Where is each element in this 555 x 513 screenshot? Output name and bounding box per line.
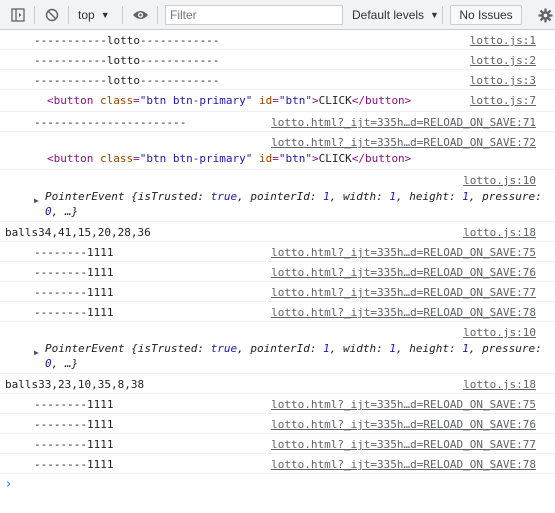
toolbar-divider xyxy=(68,6,69,24)
log-message: --------1111 xyxy=(34,418,114,431)
settings-gear-icon[interactable] xyxy=(537,7,553,23)
console-row: lotto.js:10 ▶ PointerEvent {isTrusted: t… xyxy=(0,170,555,222)
console-row: balls33,23,10,35,8,38 lotto.js:18 xyxy=(0,374,555,394)
source-link[interactable]: lotto.html?_ijt=335h…d=RELOAD_ON_SAVE:78 xyxy=(271,458,536,471)
source-link[interactable]: lotto.js:10 xyxy=(463,174,536,187)
context-selector[interactable]: top ▼ xyxy=(78,7,110,23)
log-levels-dropdown[interactable]: Default levels ▼ xyxy=(352,7,439,23)
live-expression-eye-icon[interactable] xyxy=(131,7,149,23)
console-toolbar: top ▼ Default levels ▼ No Issues xyxy=(0,0,555,30)
console-row: --------1111 lotto.html?_ijt=335h…d=RELO… xyxy=(0,394,555,414)
console-row: lotto.html?_ijt=335h…d=RELOAD_ON_SAVE:72… xyxy=(0,132,555,170)
source-link[interactable]: lotto.html?_ijt=335h…d=RELOAD_ON_SAVE:75 xyxy=(271,398,536,411)
log-message: ----------------------- xyxy=(34,116,187,129)
dropdown-arrow-icon: ▼ xyxy=(100,10,110,20)
console-row: -----------lotto------------ lotto.js:2 xyxy=(0,50,555,70)
console-row: --------1111 lotto.html?_ijt=335h…d=RELO… xyxy=(0,282,555,302)
console-row: --------1111 lotto.html?_ijt=335h…d=RELO… xyxy=(0,242,555,262)
console-row: ----------------------- lotto.html?_ijt=… xyxy=(0,112,555,132)
log-message: balls33,23,10,35,8,38 xyxy=(5,378,145,391)
console-row: --------1111 lotto.html?_ijt=335h…d=RELO… xyxy=(0,302,555,322)
pointer-event-log-continued: 0, …} xyxy=(45,205,79,218)
dropdown-arrow-icon: ▼ xyxy=(430,10,439,20)
filter-input[interactable] xyxy=(165,5,343,25)
source-link[interactable]: lotto.js:1 xyxy=(470,34,536,47)
log-message: --------1111 xyxy=(34,246,114,259)
log-message: --------1111 xyxy=(34,458,114,471)
log-message: --------1111 xyxy=(34,266,114,279)
log-message: balls34,41,15,20,28,36 xyxy=(5,226,151,239)
issues-label: No Issues xyxy=(459,8,513,22)
source-link[interactable]: lotto.js:3 xyxy=(470,74,536,87)
clear-console-icon[interactable] xyxy=(44,7,60,23)
source-link[interactable]: lotto.js:18 xyxy=(463,378,536,391)
toolbar-divider xyxy=(157,6,158,24)
dom-element-log[interactable]: <button class="btn btn-primary" id="btn"… xyxy=(47,152,411,165)
console-row: lotto.js:10 ▶ PointerEvent {isTrusted: t… xyxy=(0,322,555,374)
toolbar-divider xyxy=(122,6,123,24)
log-message: --------1111 xyxy=(34,306,114,319)
source-link[interactable]: lotto.html?_ijt=335h…d=RELOAD_ON_SAVE:78 xyxy=(271,306,536,319)
log-message: --------1111 xyxy=(34,286,114,299)
source-link[interactable]: lotto.html?_ijt=335h…d=RELOAD_ON_SAVE:71 xyxy=(271,116,536,129)
source-link[interactable]: lotto.html?_ijt=335h…d=RELOAD_ON_SAVE:77 xyxy=(271,438,536,451)
console-messages: -----------lotto------------ lotto.js:1 … xyxy=(0,30,555,500)
source-link[interactable]: lotto.html?_ijt=335h…d=RELOAD_ON_SAVE:72 xyxy=(271,136,536,149)
log-message: -----------lotto------------ xyxy=(34,74,220,87)
console-row: --------1111 lotto.html?_ijt=335h…d=RELO… xyxy=(0,434,555,454)
source-link[interactable]: lotto.html?_ijt=335h…d=RELOAD_ON_SAVE:76 xyxy=(271,418,536,431)
console-row: --------1111 lotto.html?_ijt=335h…d=RELO… xyxy=(0,414,555,434)
sidebar-toggle-icon[interactable] xyxy=(10,7,26,23)
source-link[interactable]: lotto.html?_ijt=335h…d=RELOAD_ON_SAVE:75 xyxy=(271,246,536,259)
issues-button[interactable]: No Issues xyxy=(450,5,522,25)
console-row: --------1111 lotto.html?_ijt=335h…d=RELO… xyxy=(0,454,555,474)
log-message: --------1111 xyxy=(34,438,114,451)
source-link[interactable]: lotto.html?_ijt=335h…d=RELOAD_ON_SAVE:77 xyxy=(271,286,536,299)
expand-caret-icon[interactable]: ▶ xyxy=(34,348,39,357)
source-link[interactable]: lotto.js:10 xyxy=(463,326,536,339)
console-prompt-row[interactable]: › xyxy=(0,474,555,500)
log-message: --------1111 xyxy=(34,398,114,411)
source-link[interactable]: lotto.js:7 xyxy=(470,94,536,107)
pointer-event-log[interactable]: PointerEvent {isTrusted: true, pointerId… xyxy=(45,342,542,355)
console-row: -----------lotto------------ lotto.js:1 xyxy=(0,30,555,50)
console-row: balls34,41,15,20,28,36 lotto.js:18 xyxy=(0,222,555,242)
console-row: --------1111 lotto.html?_ijt=335h…d=RELO… xyxy=(0,262,555,282)
pointer-event-log-continued: 0, …} xyxy=(45,357,79,370)
context-label: top xyxy=(78,8,95,22)
source-link[interactable]: lotto.html?_ijt=335h…d=RELOAD_ON_SAVE:76 xyxy=(271,266,536,279)
toolbar-divider xyxy=(34,6,35,24)
source-link[interactable]: lotto.js:2 xyxy=(470,54,536,67)
log-message: -----------lotto------------ xyxy=(34,34,220,47)
dom-element-log[interactable]: <button class="btn btn-primary" id="btn"… xyxy=(47,94,411,107)
toolbar-divider xyxy=(442,6,443,24)
log-message: -----------lotto------------ xyxy=(34,54,220,67)
console-row: -----------lotto------------ lotto.js:3 xyxy=(0,70,555,90)
console-row: <button class="btn btn-primary" id="btn"… xyxy=(0,90,555,112)
source-link[interactable]: lotto.js:18 xyxy=(463,226,536,239)
log-levels-label: Default levels xyxy=(352,8,425,22)
pointer-event-log[interactable]: PointerEvent {isTrusted: true, pointerId… xyxy=(45,190,542,203)
expand-caret-icon[interactable]: ▶ xyxy=(34,196,39,205)
console-prompt-icon: › xyxy=(6,477,12,492)
